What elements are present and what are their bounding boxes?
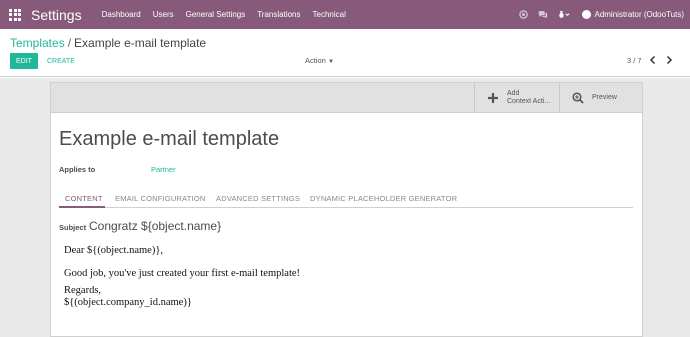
action-dropdown[interactable]: Action ▼ — [305, 56, 334, 65]
caret-down-icon: ▼ — [327, 59, 334, 65]
applies-to-label: Applies to — [59, 165, 96, 174]
tab-content[interactable]: CONTENT — [65, 194, 103, 203]
user-avatar[interactable] — [582, 10, 592, 19]
body-line: ${(object.company_id.name)} — [64, 297, 192, 308]
subject-label: Subject — [59, 223, 87, 232]
preview-label: Preview — [592, 94, 617, 101]
body-line: Dear ${(object.name)}, — [64, 245, 163, 256]
subject-value: Congratz ${object.name} — [89, 219, 222, 233]
chevron-right-icon — [666, 55, 673, 65]
add-context-action-button[interactable]: Add Context Acti... — [474, 83, 559, 113]
active-tab-indicator — [59, 206, 105, 208]
record-title: Example e-mail template — [59, 128, 280, 150]
apps-grid-icon[interactable] — [9, 8, 21, 21]
top-navbar: Settings Dashboard Users General Setting… — [0, 0, 690, 29]
add-context-line1: Add — [507, 90, 520, 97]
control-panel: Templates / Example e-mail template EDIT C… — [0, 29, 690, 77]
tab-dynamic-placeholder-generator[interactable]: DYNAMIC PLACEHOLDER GENERATOR — [310, 194, 457, 203]
add-context-line2: Context Acti... — [507, 98, 551, 105]
navbar-systray: Administrator (OdooTuts) — [509, 0, 684, 29]
breadcrumb-templates[interactable]: Templates — [10, 36, 65, 50]
menu-item-translations[interactable]: Translations — [257, 10, 300, 19]
body-line: Good job, you've just created your first… — [64, 268, 301, 279]
menu-item-dashboard[interactable]: Dashboard — [102, 10, 141, 19]
menu-item-general-settings[interactable]: General Settings — [186, 10, 246, 19]
body-line: Regards, — [64, 285, 102, 296]
chevron-left-icon — [649, 55, 656, 65]
action-label: Action — [305, 56, 326, 65]
bug-icon[interactable] — [558, 10, 570, 19]
tab-email-configuration[interactable]: EMAIL CONFIGURATION — [115, 194, 205, 203]
create-button[interactable]: CREATE — [47, 53, 75, 69]
pager-next-button[interactable] — [664, 53, 674, 67]
help-icon[interactable] — [519, 10, 529, 19]
notebook-tabs: CONTENT EMAIL CONFIGURATION ADVANCED SET… — [59, 190, 633, 208]
preview-button[interactable]: Preview — [559, 83, 642, 113]
button-box: Add Context Acti... Preview — [51, 83, 642, 113]
zoom-in-icon — [572, 92, 584, 104]
main-menu: Dashboard Users General Settings Transla… — [102, 10, 358, 19]
app-title[interactable]: Settings — [31, 7, 82, 23]
edit-button[interactable]: EDIT — [10, 53, 38, 69]
pager-value[interactable]: 3 / 7 — [627, 56, 642, 65]
tab-advanced-settings[interactable]: ADVANCED SETTINGS — [216, 194, 300, 203]
pager-previous-button[interactable] — [648, 53, 658, 67]
menu-item-technical[interactable]: Technical — [313, 10, 346, 19]
user-menu[interactable]: Administrator (OdooTuts) — [594, 10, 684, 19]
applies-to-value[interactable]: Partner — [151, 165, 176, 174]
breadcrumb: Templates / Example e-mail template — [10, 36, 206, 50]
chat-icon[interactable] — [538, 10, 548, 19]
menu-item-users[interactable]: Users — [153, 10, 174, 19]
breadcrumb-separator: / — [67, 36, 72, 50]
plus-icon — [488, 93, 498, 103]
breadcrumb-current: Example e-mail template — [74, 36, 207, 50]
